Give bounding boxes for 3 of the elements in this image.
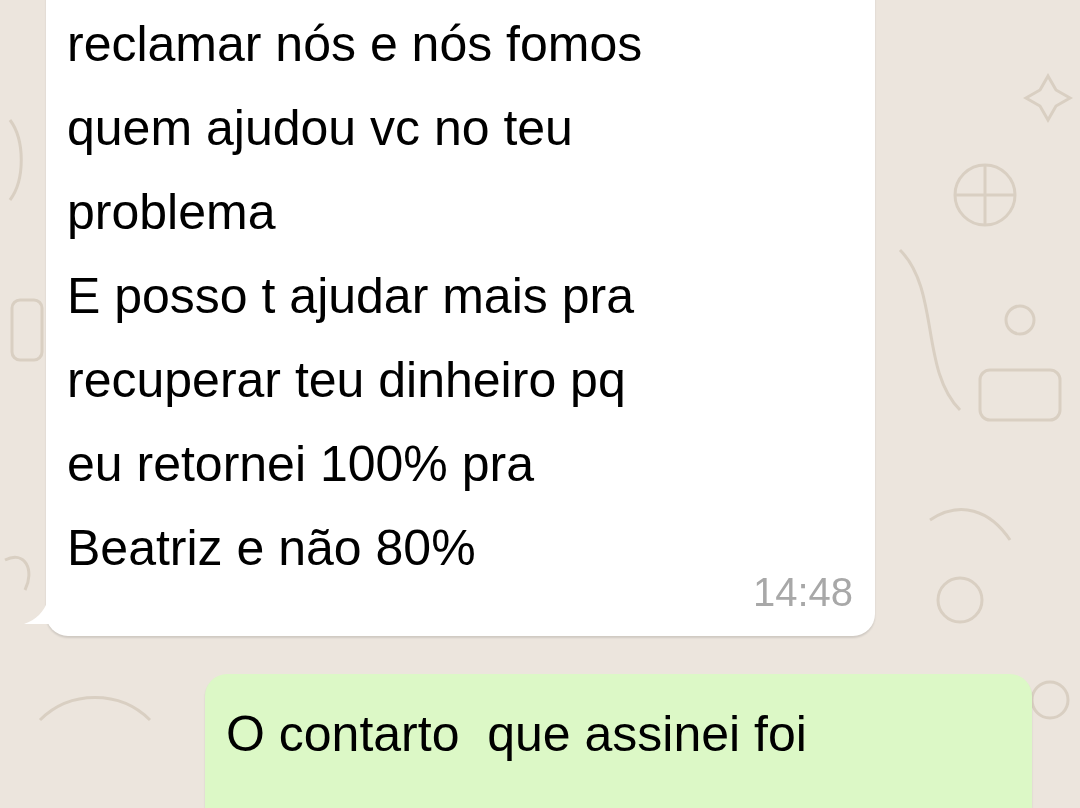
message-text: reclamar nós e nós fomos quem ajudou vc no teu problema E posso t ajudar mais pra recuperar teu dinheiro pq eu retornei 100% pra Beatriz e não 80% [67, 15, 644, 578]
message-text: O contarto que assinei foi [226, 705, 808, 764]
message-time: 14:48 [752, 569, 853, 616]
